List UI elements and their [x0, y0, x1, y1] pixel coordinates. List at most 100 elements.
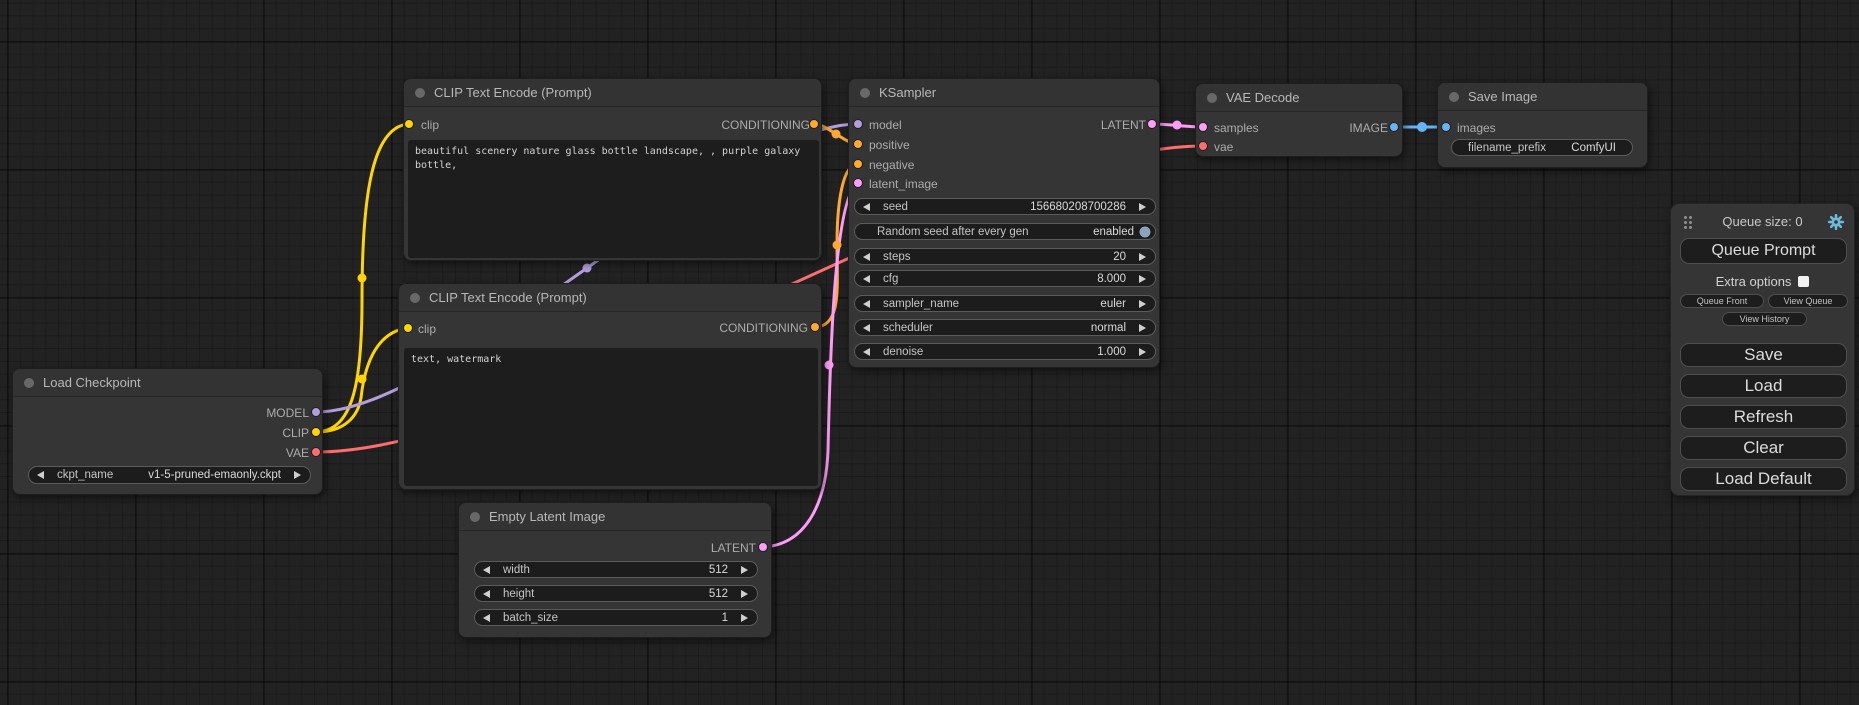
increment-arrow-icon[interactable]: [741, 590, 748, 598]
node-title-bar[interactable]: VAE Decode: [1196, 84, 1402, 112]
decrement-arrow-icon[interactable]: [863, 275, 870, 283]
output-slot-vae: VAE: [209, 445, 309, 461]
widget-label: filename_prefix: [1468, 142, 1546, 154]
input-slot-latent-image: latent_image: [869, 176, 938, 192]
node-title-bar[interactable]: Save Image: [1438, 83, 1647, 111]
widget-label: scheduler: [883, 322, 933, 334]
save-button[interactable]: Save: [1680, 343, 1847, 367]
node-title-bar[interactable]: CLIP Text Encode (Prompt): [404, 79, 821, 107]
decrement-arrow-icon[interactable]: [483, 614, 490, 622]
decrement-arrow-icon[interactable]: [863, 300, 870, 308]
widget-value: normal: [1091, 322, 1126, 334]
increment-arrow-icon[interactable]: [1139, 275, 1146, 283]
queue-panel-header: Queue size: 0: [1671, 213, 1854, 231]
prompt-textarea[interactable]: beautiful scenery nature glass bottle la…: [408, 140, 819, 258]
decrement-arrow-icon[interactable]: [483, 566, 490, 574]
input-slot-samples: samples: [1214, 120, 1259, 136]
view-history-button[interactable]: View History: [1722, 312, 1807, 326]
widget-label: width: [503, 564, 530, 576]
increment-arrow-icon[interactable]: [741, 614, 748, 622]
decrement-arrow-icon[interactable]: [37, 471, 44, 479]
ckpt-name-widget[interactable]: ckpt_name v1-5-pruned-emaonly.ckpt: [28, 466, 311, 484]
increment-arrow-icon[interactable]: [1139, 203, 1146, 211]
node-collapse-dot[interactable]: [415, 88, 425, 98]
increment-arrow-icon[interactable]: [1139, 300, 1146, 308]
increment-arrow-icon[interactable]: [1139, 253, 1146, 261]
output-slot-model: MODEL: [209, 405, 309, 421]
increment-arrow-icon[interactable]: [1139, 348, 1146, 356]
decrement-arrow-icon[interactable]: [863, 253, 870, 261]
input-slot-negative: negative: [869, 157, 914, 173]
node-graph-canvas[interactable]: CLIP Text Encode (Prompt) clip CONDITION…: [0, 0, 1859, 705]
increment-arrow-icon[interactable]: [741, 566, 748, 574]
wire-midpoint-dot: [833, 241, 842, 250]
increment-arrow-icon[interactable]: [1139, 324, 1146, 332]
denoise-widget[interactable]: denoise 1.000: [854, 343, 1156, 360]
cfg-widget[interactable]: cfg 8.000: [854, 270, 1156, 287]
sampler-name-widget[interactable]: sampler_name euler: [854, 295, 1156, 312]
node-clip-text-encode-positive[interactable]: CLIP Text Encode (Prompt) clip CONDITION…: [403, 78, 822, 261]
node-ksampler[interactable]: KSampler model positive negative latent_…: [848, 78, 1160, 368]
node-vae-decode[interactable]: VAE Decode samples vae IMAGE: [1195, 83, 1403, 157]
batch-size-widget[interactable]: batch_size 1: [474, 609, 758, 626]
decrement-arrow-icon[interactable]: [863, 324, 870, 332]
settings-gear-icon[interactable]: [1828, 214, 1844, 230]
scheduler-widget[interactable]: scheduler normal: [854, 319, 1156, 336]
queue-front-button[interactable]: Queue Front: [1680, 294, 1764, 308]
wire-midpoint-dot: [832, 130, 841, 139]
output-slot-latent: LATENT: [656, 540, 756, 556]
increment-arrow-icon[interactable]: [294, 471, 301, 479]
node-title-bar[interactable]: KSampler: [849, 79, 1159, 107]
load-default-button[interactable]: Load Default: [1680, 467, 1847, 491]
widget-value: 1.000: [1097, 346, 1126, 358]
node-title-bar[interactable]: CLIP Text Encode (Prompt): [399, 284, 821, 312]
node-clip-text-encode-negative[interactable]: CLIP Text Encode (Prompt) clip CONDITION…: [398, 283, 822, 490]
node-collapse-dot[interactable]: [410, 293, 420, 303]
wire-midpoint-dot: [1417, 122, 1427, 132]
widget-value: 512: [709, 564, 728, 576]
queue-panel: Queue size: 0 Queue Prompt Extra options…: [1670, 203, 1855, 496]
input-slot-positive: positive: [869, 137, 910, 153]
node-collapse-dot[interactable]: [1207, 93, 1217, 103]
widget-label: cfg: [883, 273, 898, 285]
node-empty-latent-image[interactable]: Empty Latent Image LATENT width 512 heig…: [458, 502, 772, 638]
widget-value: 512: [709, 588, 728, 600]
widget-label: batch_size: [503, 612, 558, 624]
decrement-arrow-icon[interactable]: [863, 203, 870, 211]
queue-size-label: Queue size: 0: [1671, 214, 1854, 229]
refresh-button[interactable]: Refresh: [1680, 405, 1847, 429]
view-queue-button[interactable]: View Queue: [1768, 294, 1848, 308]
node-title-bar[interactable]: Load Checkpoint: [13, 369, 322, 397]
node-title: Save Image: [1468, 89, 1537, 104]
node-title: CLIP Text Encode (Prompt): [429, 290, 587, 305]
clear-button[interactable]: Clear: [1680, 436, 1847, 460]
output-slot-conditioning: CONDITIONING: [710, 117, 810, 133]
input-slot-vae: vae: [1214, 139, 1233, 155]
node-collapse-dot[interactable]: [24, 378, 34, 388]
node-collapse-dot[interactable]: [1449, 92, 1459, 102]
widget-value: enabled: [1093, 226, 1134, 238]
decrement-arrow-icon[interactable]: [863, 348, 870, 356]
extra-options-checkbox[interactable]: [1798, 276, 1809, 287]
random-seed-toggle-widget[interactable]: Random seed after every gen enabled: [854, 223, 1156, 240]
decrement-arrow-icon[interactable]: [483, 590, 490, 598]
prompt-textarea[interactable]: text, watermark: [404, 348, 818, 486]
node-collapse-dot[interactable]: [470, 512, 480, 522]
steps-widget[interactable]: steps 20: [854, 248, 1156, 265]
node-collapse-dot[interactable]: [860, 88, 870, 98]
output-slot-image: IMAGE: [1288, 120, 1388, 136]
filename-prefix-widget[interactable]: filename_prefix ComfyUI: [1451, 139, 1633, 156]
extra-options-row: Extra options: [1671, 274, 1854, 289]
height-widget[interactable]: height 512: [474, 585, 758, 602]
seed-widget[interactable]: seed 156680208700286: [854, 198, 1156, 215]
node-title-bar[interactable]: Empty Latent Image: [459, 503, 771, 531]
toggle-indicator-icon[interactable]: [1139, 226, 1151, 238]
widget-value: euler: [1100, 298, 1126, 310]
widget-value: ComfyUI: [1571, 142, 1616, 154]
width-widget[interactable]: width 512: [474, 561, 758, 578]
input-slot-clip: clip: [418, 321, 436, 337]
node-save-image[interactable]: Save Image images filename_prefix ComfyU…: [1437, 82, 1648, 168]
node-load-checkpoint[interactable]: Load Checkpoint MODEL CLIP VAE ckpt_name…: [12, 368, 323, 495]
queue-prompt-button[interactable]: Queue Prompt: [1680, 238, 1847, 264]
load-button[interactable]: Load: [1680, 374, 1847, 398]
